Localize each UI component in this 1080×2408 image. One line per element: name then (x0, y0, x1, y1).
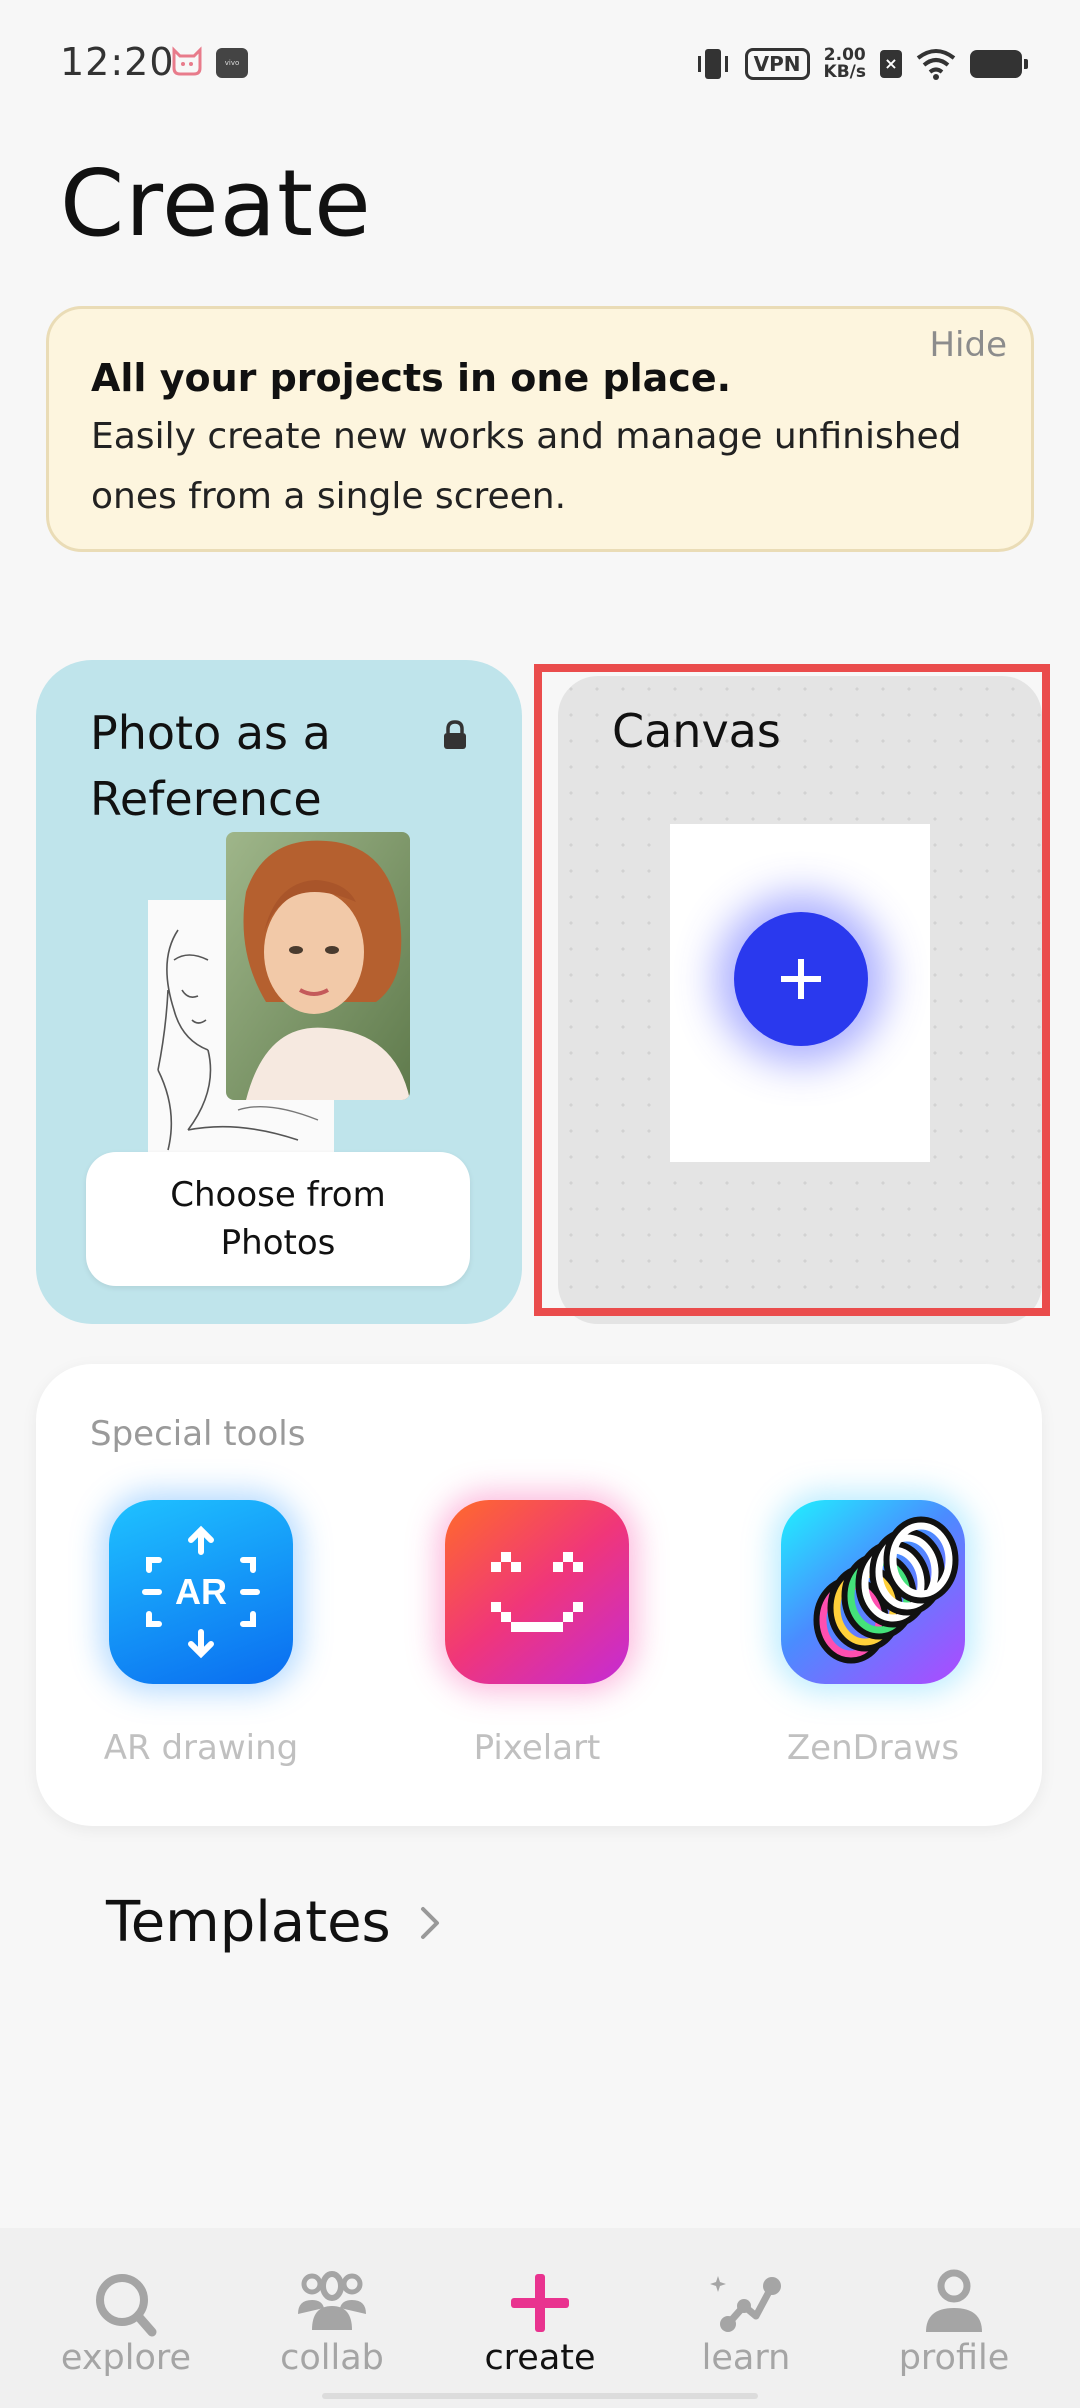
wifi-icon (916, 49, 956, 80)
hide-banner-button[interactable]: Hide (929, 325, 1007, 365)
nav-collab[interactable]: collab (232, 2268, 432, 2378)
plus-icon (511, 2274, 569, 2332)
tool-ar-drawing[interactable]: AR AR drawing (91, 1500, 311, 1768)
tool-label: AR drawing (103, 1728, 299, 1768)
tool-pixelart[interactable]: Pixelart (427, 1500, 647, 1768)
chevron-right-icon (420, 1906, 439, 1939)
nav-label: profile (898, 2338, 1010, 2378)
tool-label: Pixelart (473, 1728, 601, 1768)
network-speed-unit: KB/s (823, 62, 866, 82)
new-canvas-button[interactable] (734, 912, 868, 1046)
nav-label: explore (60, 2338, 192, 2378)
plus-icon (781, 959, 821, 999)
templates-link[interactable]: Templates (106, 1890, 445, 1955)
tool-zendraws[interactable]: ZenDraws (763, 1500, 983, 1768)
status-bar: 12:20 vivo VPN 2.00 KB/s × (0, 0, 1080, 130)
banner-body: Easily create new works and manage unfin… (91, 416, 962, 517)
nav-label: create (484, 2338, 596, 2378)
nav-learn[interactable]: learn (646, 2268, 846, 2378)
search-icon (96, 2274, 157, 2337)
info-banner: Hide All your projects in one place. Eas… (46, 306, 1034, 552)
choose-from-photos-button[interactable]: Choose from Photos (86, 1152, 470, 1286)
photo-reference-card[interactable]: Photo as a Reference Choose from Photos (36, 660, 522, 1324)
network-speed: 2.00 KB/s (824, 47, 866, 81)
lock-icon (444, 720, 466, 749)
svg-text:AR: AR (175, 1571, 227, 1612)
x-notification-icon: × (880, 50, 902, 78)
zendraws-tile[interactable] (781, 1500, 965, 1684)
battery-icon (970, 50, 1028, 78)
nav-create[interactable]: create (440, 2268, 640, 2378)
pixelart-tile[interactable] (445, 1500, 629, 1684)
learn-graph-icon (710, 2276, 781, 2332)
bottom-nav: explore collab create learn profile (0, 2228, 1080, 2408)
nav-label: collab (280, 2338, 384, 2378)
status-time: 12:20 (60, 40, 175, 84)
people-icon (298, 2271, 366, 2330)
tool-label: ZenDraws (786, 1728, 960, 1768)
page-title: Create (60, 150, 372, 257)
templates-title: Templates (106, 1890, 391, 1955)
status-indicators: VPN 2.00 KB/s × (695, 44, 1028, 84)
banner-title: All your projects in one place. (91, 356, 732, 400)
home-indicator[interactable] (322, 2393, 758, 2399)
reference-photo (226, 832, 410, 1100)
special-tools-panel: Special tools AR AR drawing Pixelart Zen… (36, 1364, 1042, 1826)
nav-profile[interactable]: profile (854, 2268, 1054, 2378)
vivo-notification-icon: vivo (216, 48, 248, 78)
canvas-card[interactable]: Canvas (558, 676, 1042, 1324)
pixel-smile-icon (491, 1552, 583, 1632)
canvas-title: Canvas (612, 704, 781, 758)
create-screen: 12:20 vivo VPN 2.00 KB/s × Create Hide A… (0, 0, 1080, 2408)
profile-icon (926, 2269, 982, 2332)
zen-rings-icon (813, 1516, 959, 1664)
nav-label: learn (701, 2338, 791, 2378)
vibrate-icon (697, 49, 728, 79)
special-tools-title: Special tools (90, 1414, 306, 1454)
vpn-badge: VPN (744, 48, 810, 80)
ar-tile[interactable]: AR (109, 1500, 293, 1684)
nav-explore[interactable]: explore (26, 2268, 226, 2378)
ar-icon: AR (142, 1525, 260, 1659)
cat-notification-icon (172, 46, 202, 76)
